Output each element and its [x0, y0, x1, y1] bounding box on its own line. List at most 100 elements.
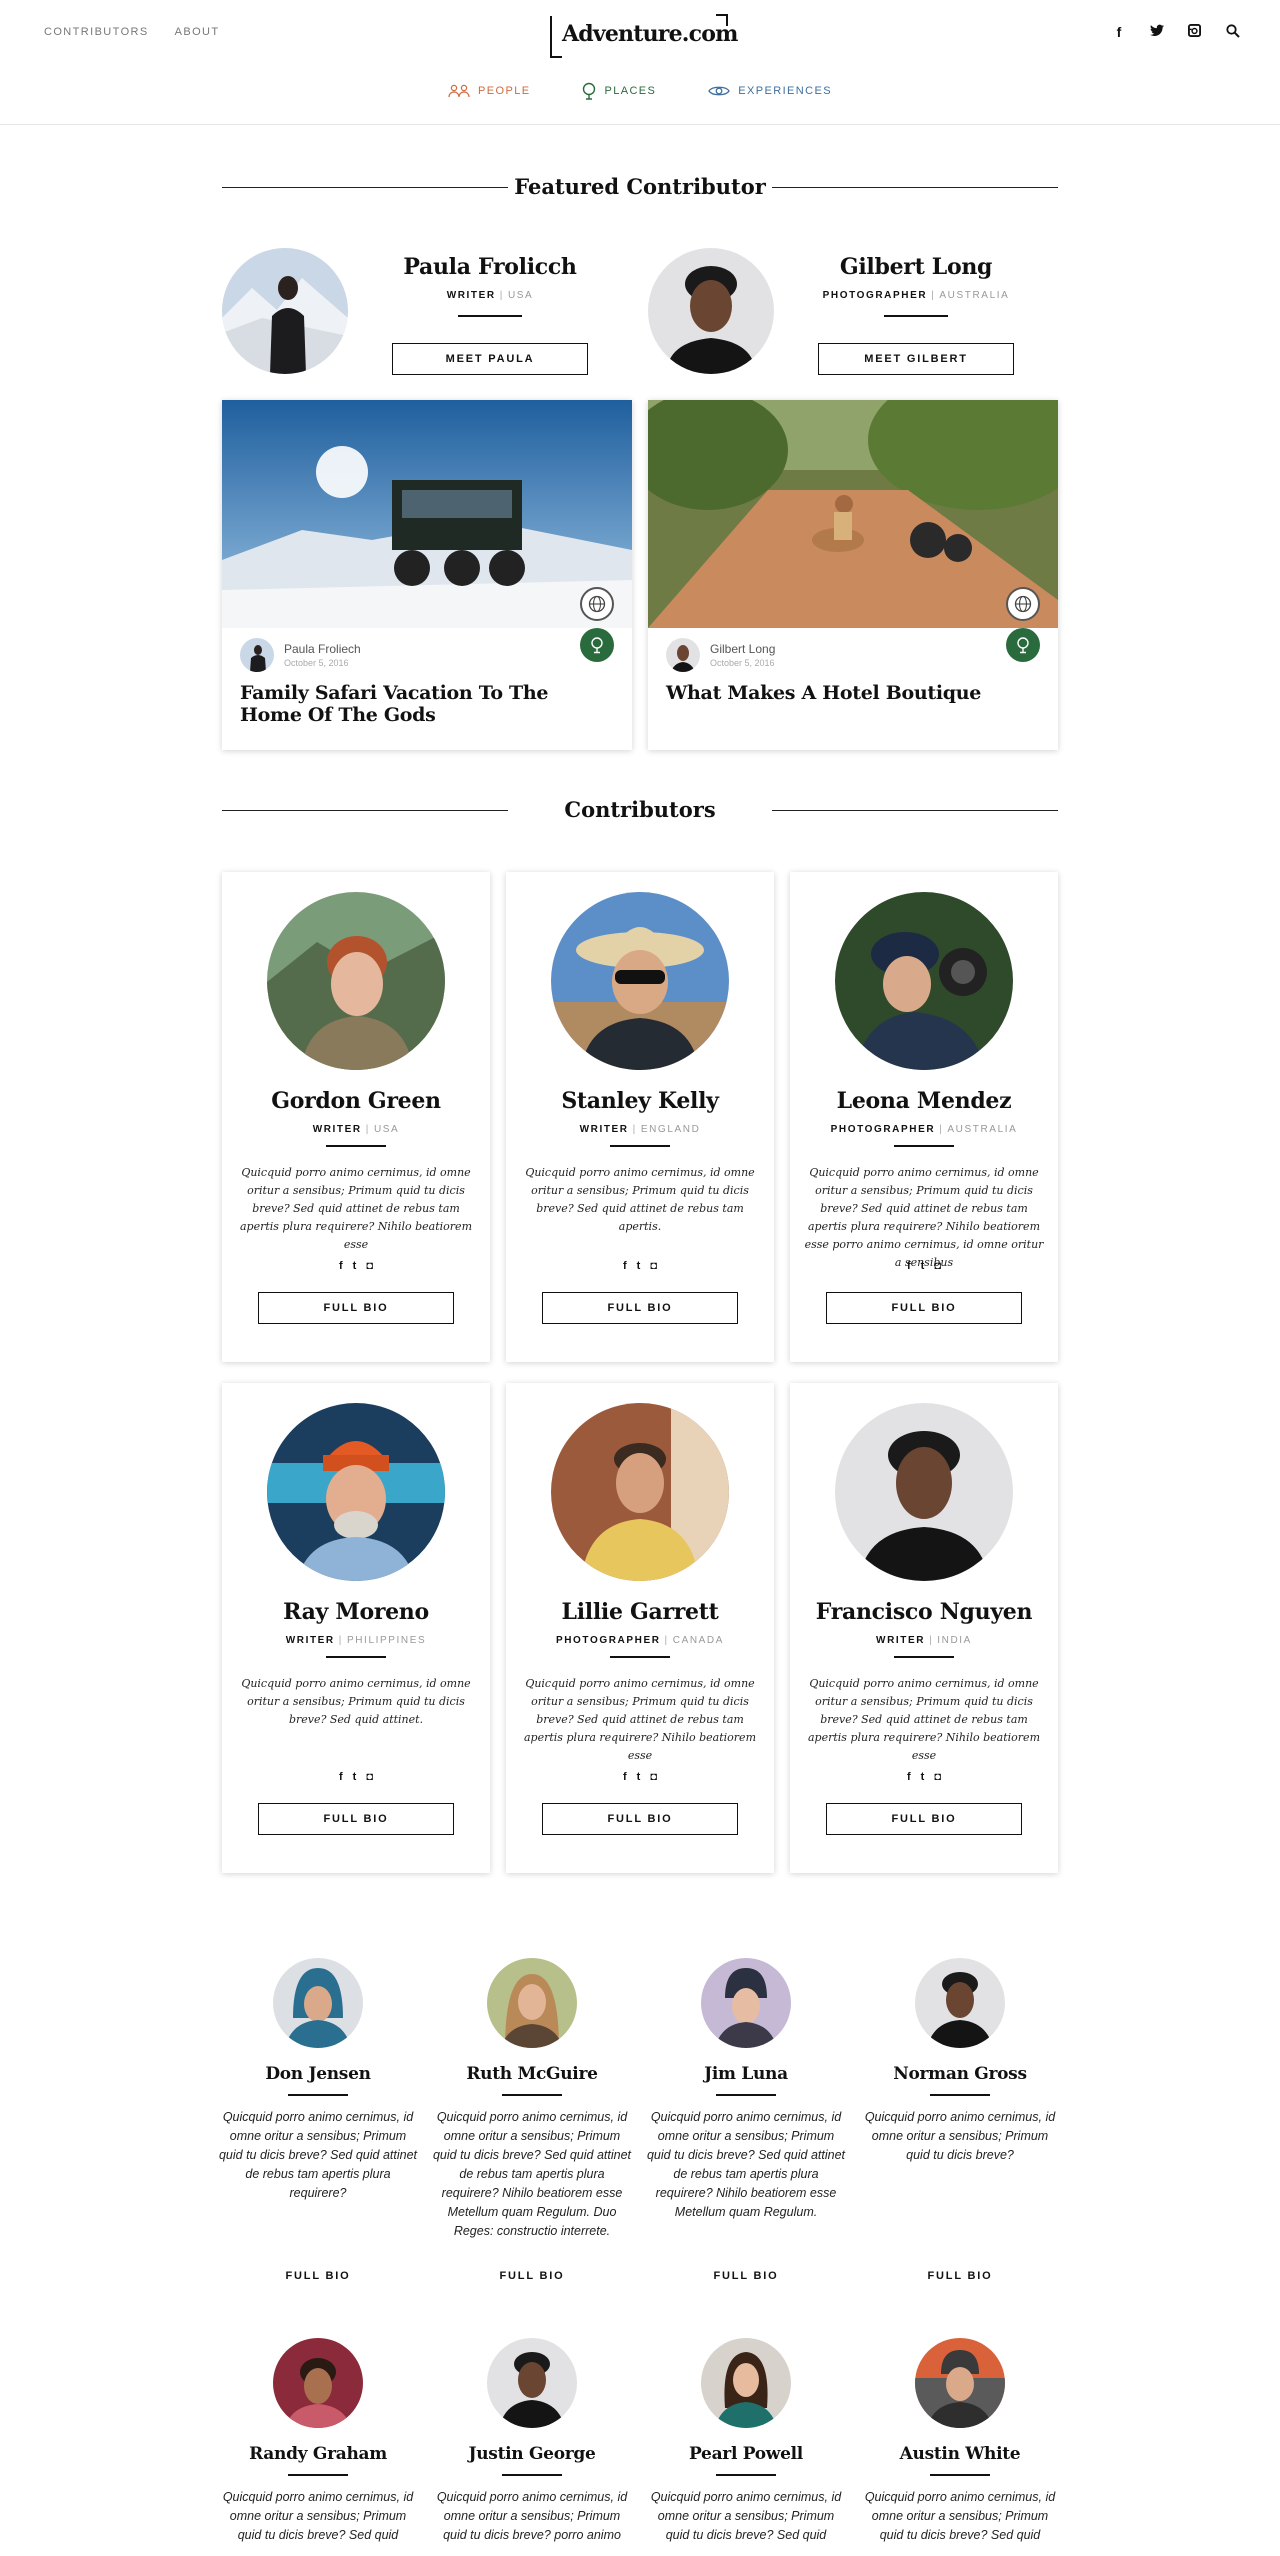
full-bio-button[interactable]: FULL BIO — [258, 1292, 454, 1324]
globe-pin-icon — [582, 82, 596, 100]
avatar — [915, 2338, 1005, 2428]
full-bio-button[interactable]: FULL BIO — [826, 1292, 1022, 1324]
globe-icon[interactable] — [1006, 587, 1040, 621]
contributor-name: Francisco Nguyen — [815, 1599, 1033, 1625]
article-date: October 5, 2016 — [284, 658, 349, 668]
category-nav: PEOPLE PLACES EXPERIENCES — [0, 82, 1280, 100]
avatar — [551, 892, 729, 1070]
avatar — [701, 2338, 791, 2428]
category-people-label: PEOPLE — [478, 85, 531, 97]
contributor-role: WRITER | ENGLAND — [579, 1124, 701, 1135]
twitter-icon[interactable]: t — [921, 1260, 925, 1272]
full-bio-link[interactable]: FULL BIO — [432, 2270, 632, 2282]
contributor-tile: Austin White Quicquid porro animo cernim… — [860, 2338, 1060, 2556]
contributor-name: Austin White — [899, 2444, 1021, 2464]
article-image — [222, 400, 632, 628]
full-bio-link[interactable]: FULL BIO — [218, 2270, 418, 2282]
globe-icon[interactable] — [580, 587, 614, 621]
places-badge-icon[interactable] — [1006, 628, 1040, 662]
full-bio-button[interactable]: FULL BIO — [258, 1803, 454, 1835]
facebook-icon[interactable]: f — [623, 1771, 627, 1783]
article-title[interactable]: What Makes A Hotel Boutique — [666, 682, 1036, 704]
contributor-name: Lillie Garrett — [561, 1599, 719, 1625]
avatar — [273, 1958, 363, 2048]
author-name[interactable]: Paula Froliech — [284, 642, 361, 656]
contributor-bio: Quicquid porro animo cernimus, id omne o… — [864, 2110, 1056, 2162]
contributor-bio: Quicquid porro animo cernimus, id omne o… — [436, 2490, 628, 2542]
category-people[interactable]: PEOPLE — [448, 82, 530, 100]
avatar — [487, 1958, 577, 2048]
featured-role: PHOTOGRAPHER | AUSTRALIA — [822, 290, 1010, 301]
contributor-role: WRITER | PHILIPPINES — [285, 1635, 427, 1646]
full-bio-link[interactable]: FULL BIO — [860, 2270, 1060, 2282]
author-name[interactable]: Gilbert Long — [710, 642, 775, 656]
facebook-icon[interactable]: f — [339, 1260, 343, 1272]
contributor-tile: Justin George Quicquid porro animo cerni… — [432, 2338, 632, 2556]
category-places[interactable]: PLACES — [582, 82, 656, 100]
contributor-tile: Jim Luna Quicquid porro animo cernimus, … — [646, 1958, 846, 2282]
avatar — [648, 248, 774, 374]
article-card[interactable]: Gilbert Long October 5, 2016 What Makes … — [648, 400, 1058, 750]
logo-bracket-left — [550, 16, 562, 58]
instagram-icon[interactable]: ◘ — [366, 1260, 373, 1272]
contributor-bio: Quicquid porro animo cernimus, id omne o… — [804, 1166, 1044, 1269]
avatar — [835, 892, 1013, 1070]
article-author: Paula Froliech October 5, 2016 — [240, 638, 361, 672]
contributor-bio: Quicquid porro animo cernimus, id omne o… — [218, 2110, 418, 2200]
instagram-icon[interactable]: ◘ — [366, 1771, 373, 1783]
facebook-icon[interactable]: f — [1112, 24, 1126, 40]
meet-paula-button[interactable]: MEET PAULA — [392, 343, 588, 375]
contributor-role: PHOTOGRAPHER | AUSTRALIA — [830, 1124, 1018, 1135]
avatar — [273, 2338, 363, 2428]
twitter-icon[interactable]: t — [637, 1771, 641, 1783]
avatar — [701, 1958, 791, 2048]
twitter-icon[interactable]: t — [353, 1260, 357, 1272]
contributor-card: Ray Moreno WRITER | PHILIPPINES Quicquid p… — [222, 1383, 490, 1873]
instagram-icon[interactable]: ◘ — [650, 1260, 657, 1272]
full-bio-button[interactable]: FULL BIO — [826, 1803, 1022, 1835]
facebook-icon[interactable]: f — [907, 1771, 911, 1783]
contributor-bio: Quicquid porro animo cernimus, id omne o… — [240, 1166, 472, 1251]
author-avatar — [666, 638, 700, 672]
avatar — [222, 248, 348, 374]
search-icon[interactable] — [1226, 24, 1240, 40]
contributor-tile: Don Jensen Quicquid porro animo cernimus… — [218, 1958, 418, 2282]
facebook-icon[interactable]: f — [907, 1260, 911, 1272]
facebook-icon[interactable]: f — [339, 1771, 343, 1783]
twitter-icon[interactable]: t — [353, 1771, 357, 1783]
contributor-role: WRITER | INDIA — [876, 1635, 972, 1646]
category-experiences[interactable]: EXPERIENCES — [708, 82, 832, 100]
meet-gilbert-button[interactable]: MEET GILBERT — [818, 343, 1014, 375]
contributor-card: Lillie Garrett PHOTOGRAPHER | CANADA Quicq… — [506, 1383, 774, 1873]
people-icon — [448, 84, 470, 98]
featured-role: WRITER | USA — [446, 290, 534, 301]
twitter-icon[interactable]: t — [921, 1771, 925, 1783]
instagram-icon[interactable]: ◘ — [650, 1771, 657, 1783]
contributor-social: f t ◘ — [506, 1260, 774, 1272]
nav-contributors[interactable]: CONTRIBUTORS — [44, 26, 149, 38]
twitter-icon[interactable] — [1150, 24, 1164, 40]
contributor-social: f t ◘ — [222, 1771, 490, 1783]
nav-about[interactable]: ABOUT — [175, 26, 220, 38]
instagram-icon[interactable]: ◘ — [934, 1260, 941, 1272]
site-logo[interactable]: Adventure.com — [550, 14, 738, 58]
eye-icon — [708, 84, 731, 98]
full-bio-button[interactable]: FULL BIO — [542, 1803, 738, 1835]
full-bio-link[interactable]: FULL BIO — [646, 2270, 846, 2282]
article-title[interactable]: Family Safari Vacation To The Home Of Th… — [240, 682, 610, 726]
article-card[interactable]: Paula Froliech October 5, 2016 Family Sa… — [222, 400, 632, 750]
instagram-icon[interactable] — [1188, 24, 1202, 40]
twitter-icon[interactable]: t — [637, 1260, 641, 1272]
contributor-name: Jim Luna — [704, 2064, 788, 2084]
contributor-bio: Quicquid porro animo cernimus, id omne o… — [864, 2490, 1056, 2542]
instagram-icon[interactable]: ◘ — [934, 1771, 941, 1783]
avatar — [487, 2338, 577, 2428]
contributor-bio: Quicquid porro animo cernimus, id omne o… — [432, 2110, 632, 2238]
full-bio-button[interactable]: FULL BIO — [542, 1292, 738, 1324]
contributor-social: f t ◘ — [222, 1260, 490, 1272]
logo-text: Adventure.com — [562, 21, 738, 47]
places-badge-icon[interactable] — [580, 628, 614, 662]
avatar — [915, 1958, 1005, 2048]
contributor-name: Stanley Kelly — [561, 1088, 719, 1114]
facebook-icon[interactable]: f — [623, 1260, 627, 1272]
